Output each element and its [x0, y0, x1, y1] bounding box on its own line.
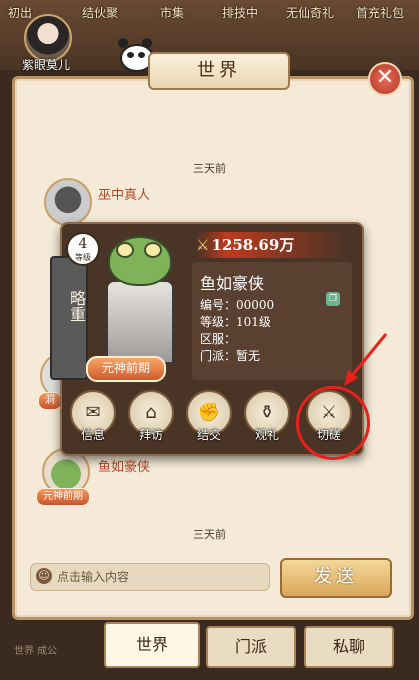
world-chat-preview: 世界 成公	[14, 646, 58, 657]
copy-icon[interactable]: ❐	[326, 292, 340, 306]
top-tab-6[interactable]: 首充礼包	[356, 4, 404, 22]
crossed-swords-icon: ⚔	[196, 236, 210, 254]
highlight-ring	[296, 386, 370, 460]
action-label: 结交	[196, 428, 221, 442]
combat-power: ⚔ 1258.69万	[196, 232, 348, 258]
id-label: 编号：	[200, 298, 237, 312]
frog-character-icon	[98, 236, 178, 364]
tab-world[interactable]: 世界	[104, 622, 200, 668]
info-button[interactable]: ✉ 信息	[68, 390, 118, 444]
popup-player-name: 鱼如豪侠	[200, 274, 265, 293]
action-label: 拜访	[138, 428, 163, 442]
emoji-icon[interactable]: ☺	[36, 568, 52, 584]
panel-title: 世界	[148, 52, 290, 90]
close-icon: ✕	[375, 65, 395, 90]
rank-badge: 洞	[38, 392, 62, 410]
id-value: 00000	[236, 298, 275, 312]
timestamp: 三天前	[193, 528, 226, 541]
message-sender-name[interactable]: 巫中真人	[98, 184, 150, 203]
server-label: 区服：	[200, 332, 237, 346]
sect-value: 暂无	[236, 349, 261, 363]
realm-badge: 元神前期	[86, 356, 166, 382]
visit-button[interactable]: ⌂ 拜访	[126, 390, 176, 444]
chat-input[interactable]	[57, 564, 257, 590]
avatar	[24, 14, 72, 62]
level-label: 等级：	[200, 315, 237, 329]
top-tab-3[interactable]: 市集	[160, 4, 184, 22]
player-avatar[interactable]: 紫眼莫儿	[14, 14, 78, 76]
sect-label: 门派：	[200, 349, 237, 363]
pointer-arrow-icon	[344, 333, 388, 386]
top-tab-4[interactable]: 排技中	[222, 4, 258, 22]
sword-icon: 略重	[50, 256, 88, 380]
level-value: 101级	[236, 315, 271, 329]
close-button[interactable]: ✕	[368, 62, 402, 96]
bottom-tab-bar: 世界 门派 私聊	[0, 620, 419, 680]
send-button[interactable]: 发送	[280, 558, 392, 598]
level-badge-number: 4	[78, 236, 88, 252]
chat-input-bar: ☺	[30, 563, 270, 591]
level-badge: 4 等级	[66, 232, 100, 266]
realm-badge: 元神前期	[36, 488, 90, 506]
ceremony-button[interactable]: ⚱ 观礼	[242, 390, 292, 444]
tab-sect[interactable]: 门派	[206, 626, 296, 668]
message-sender-name[interactable]: 鱼如豪侠	[98, 456, 150, 475]
info-row-id: 编号：00000	[200, 296, 274, 313]
info-row-sect: 门派：暂无	[200, 347, 260, 364]
action-label: 信息	[80, 428, 105, 442]
tab-private-chat[interactable]: 私聊	[304, 626, 394, 668]
top-tab-2[interactable]: 结伙聚	[82, 4, 118, 22]
combat-power-value: 1258.69万	[211, 236, 295, 254]
message-avatar[interactable]	[44, 178, 92, 226]
level-badge-text: 等级	[75, 253, 91, 262]
info-row-level: 等级：101级	[200, 313, 271, 330]
sword-inscription: 略重	[67, 290, 86, 322]
info-row-server: 区服：	[200, 330, 236, 347]
action-label: 观礼	[254, 428, 279, 442]
befriend-button[interactable]: ✊ 结交	[184, 390, 234, 444]
timestamp: 三天前	[193, 162, 226, 175]
top-tab-5[interactable]: 无仙奇礼	[286, 4, 334, 22]
player-name: 紫眼莫儿	[21, 58, 70, 72]
